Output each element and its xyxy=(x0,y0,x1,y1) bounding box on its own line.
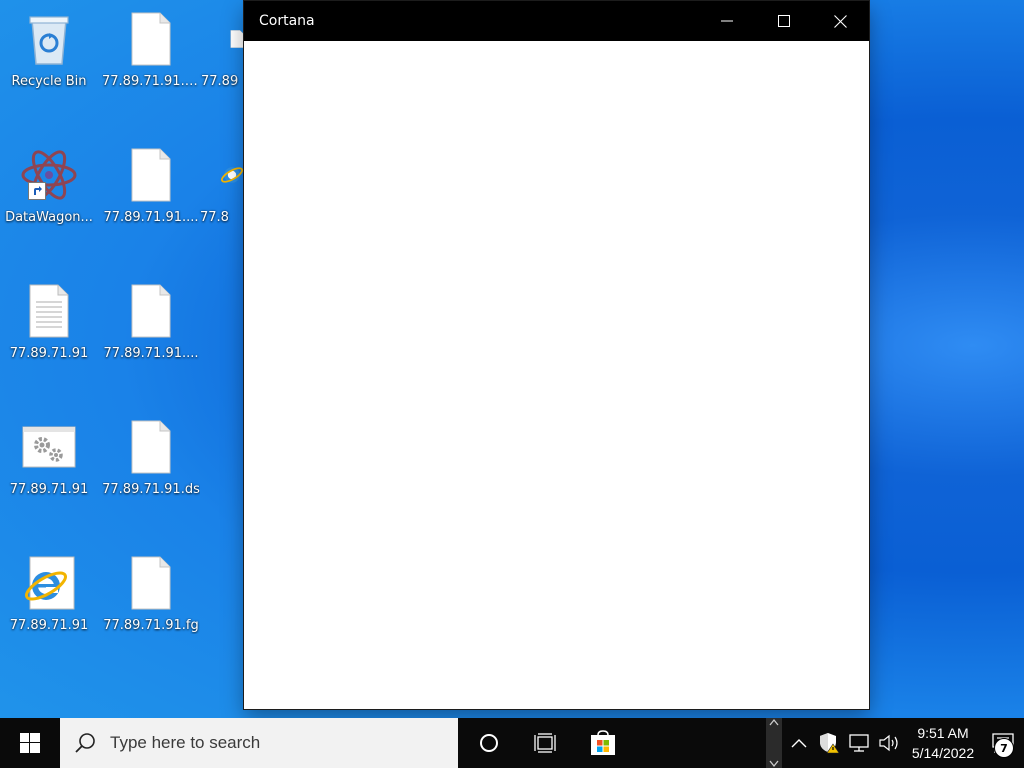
desktop-icon-label: 77.89.71.91 xyxy=(9,482,89,497)
clock-date: 5/14/2022 xyxy=(911,745,975,761)
network-monitor-icon xyxy=(849,734,869,752)
maximize-button[interactable] xyxy=(755,1,812,41)
desktop-icon-label: 77.89.71.91.fg xyxy=(103,618,199,633)
blank-file-icon xyxy=(198,10,244,68)
chevron-up-icon xyxy=(769,718,779,726)
action-center-button[interactable]: 7 xyxy=(982,718,1024,768)
security-tray-button[interactable] xyxy=(814,718,844,768)
close-button[interactable] xyxy=(812,1,869,41)
cortana-circle-icon xyxy=(479,734,498,752)
blank-file-icon xyxy=(122,282,180,340)
blank-file-icon xyxy=(122,10,180,68)
shield-warning-icon xyxy=(820,733,840,754)
window-controls xyxy=(698,1,869,41)
desktop-icon-label: 77.89.71.91.ds xyxy=(102,482,200,497)
desktop-icon-label: 77.89.71.91.... xyxy=(103,346,199,361)
task-view-button[interactable] xyxy=(517,718,574,768)
task-view-icon xyxy=(533,733,556,753)
recycle-bin-icon xyxy=(20,10,78,68)
desktop-icon-settings-file[interactable]: 77.89.71.91 xyxy=(0,412,98,512)
minimize-button[interactable] xyxy=(698,1,755,41)
window-titlebar[interactable]: Cortana xyxy=(244,1,869,41)
search-icon xyxy=(60,732,110,754)
desktop-icon-file[interactable]: 77.89.71.91.... xyxy=(102,276,200,376)
taskbar-search-box[interactable]: Type here to search xyxy=(60,718,458,768)
windows-logo-icon xyxy=(20,733,40,753)
chevron-down-icon xyxy=(769,760,779,768)
desktop-icon-label: DataWagon... xyxy=(5,210,93,225)
desktop-icon-ie-file[interactable]: 77.89.71.91 xyxy=(0,548,98,648)
desktop-icon-file-ds[interactable]: 77.89.71.91.ds xyxy=(102,412,200,512)
desktop-icon-label: 77.89.71.91.... xyxy=(103,210,199,225)
internet-explorer-icon xyxy=(198,146,244,204)
taskbar: Type here to search 9:51 AM 5/14/2022 7 xyxy=(0,718,1024,768)
maximize-icon xyxy=(777,15,790,27)
desktop-icon-label: 77.89 xyxy=(201,74,239,89)
minimize-icon xyxy=(720,20,733,22)
desktop-icon-file-fg[interactable]: 77.89.71.91.fg xyxy=(102,548,200,648)
desktop-icon-text-file[interactable]: 77.89.71.91 xyxy=(0,276,98,376)
settings-file-icon xyxy=(20,418,78,476)
blank-file-icon xyxy=(122,146,180,204)
datawagon-shortcut-icon xyxy=(20,146,78,204)
microsoft-store-icon xyxy=(590,730,615,755)
desktop-icon-file[interactable]: 77.89.71.91.... xyxy=(102,140,200,240)
microsoft-store-button[interactable] xyxy=(574,718,631,768)
shortcut-arrow-icon xyxy=(28,182,46,200)
notification-count-badge: 7 xyxy=(994,738,1014,758)
window-title: Cortana xyxy=(259,13,315,29)
blank-file-icon xyxy=(122,418,180,476)
start-button[interactable] xyxy=(0,718,60,768)
desktop-icon-label: 77.89.71.91.dd xyxy=(102,74,200,89)
desktop-icon-file-dd[interactable]: 77.89.71.91.dd xyxy=(102,4,200,104)
cortana-window[interactable]: Cortana xyxy=(244,1,869,709)
speaker-icon xyxy=(879,734,898,752)
desktop-icon-ie-partial[interactable]: 77.8 xyxy=(198,140,244,240)
internet-explorer-icon xyxy=(20,554,78,612)
desktop-icon-label: 77.89.71.91 xyxy=(9,346,89,361)
blank-file-icon xyxy=(122,554,180,612)
desktop-icon-label: 77.8 xyxy=(200,210,229,225)
caret-up-icon xyxy=(791,739,807,748)
desktop-icon-label: Recycle Bin xyxy=(11,74,87,89)
text-document-icon xyxy=(20,282,78,340)
show-hidden-icons-button[interactable] xyxy=(784,718,814,768)
network-tray-button[interactable] xyxy=(844,718,874,768)
desktop-icon-label: 77.89.71.91 xyxy=(9,618,89,633)
desktop-icon-file-partial[interactable]: 77.89 xyxy=(198,4,244,104)
taskbar-scroll[interactable] xyxy=(766,718,782,768)
cortana-button[interactable] xyxy=(460,718,517,768)
taskbar-clock[interactable]: 9:51 AM 5/14/2022 xyxy=(904,718,982,768)
desktop-icon-datawagon[interactable]: DataWagon... xyxy=(0,140,98,240)
cortana-content-area[interactable] xyxy=(244,41,869,709)
desktop-icon-recycle-bin[interactable]: Recycle Bin xyxy=(0,4,98,104)
search-placeholder: Type here to search xyxy=(110,733,261,752)
close-icon xyxy=(834,14,847,28)
clock-time: 9:51 AM xyxy=(917,725,969,741)
volume-tray-button[interactable] xyxy=(874,718,904,768)
